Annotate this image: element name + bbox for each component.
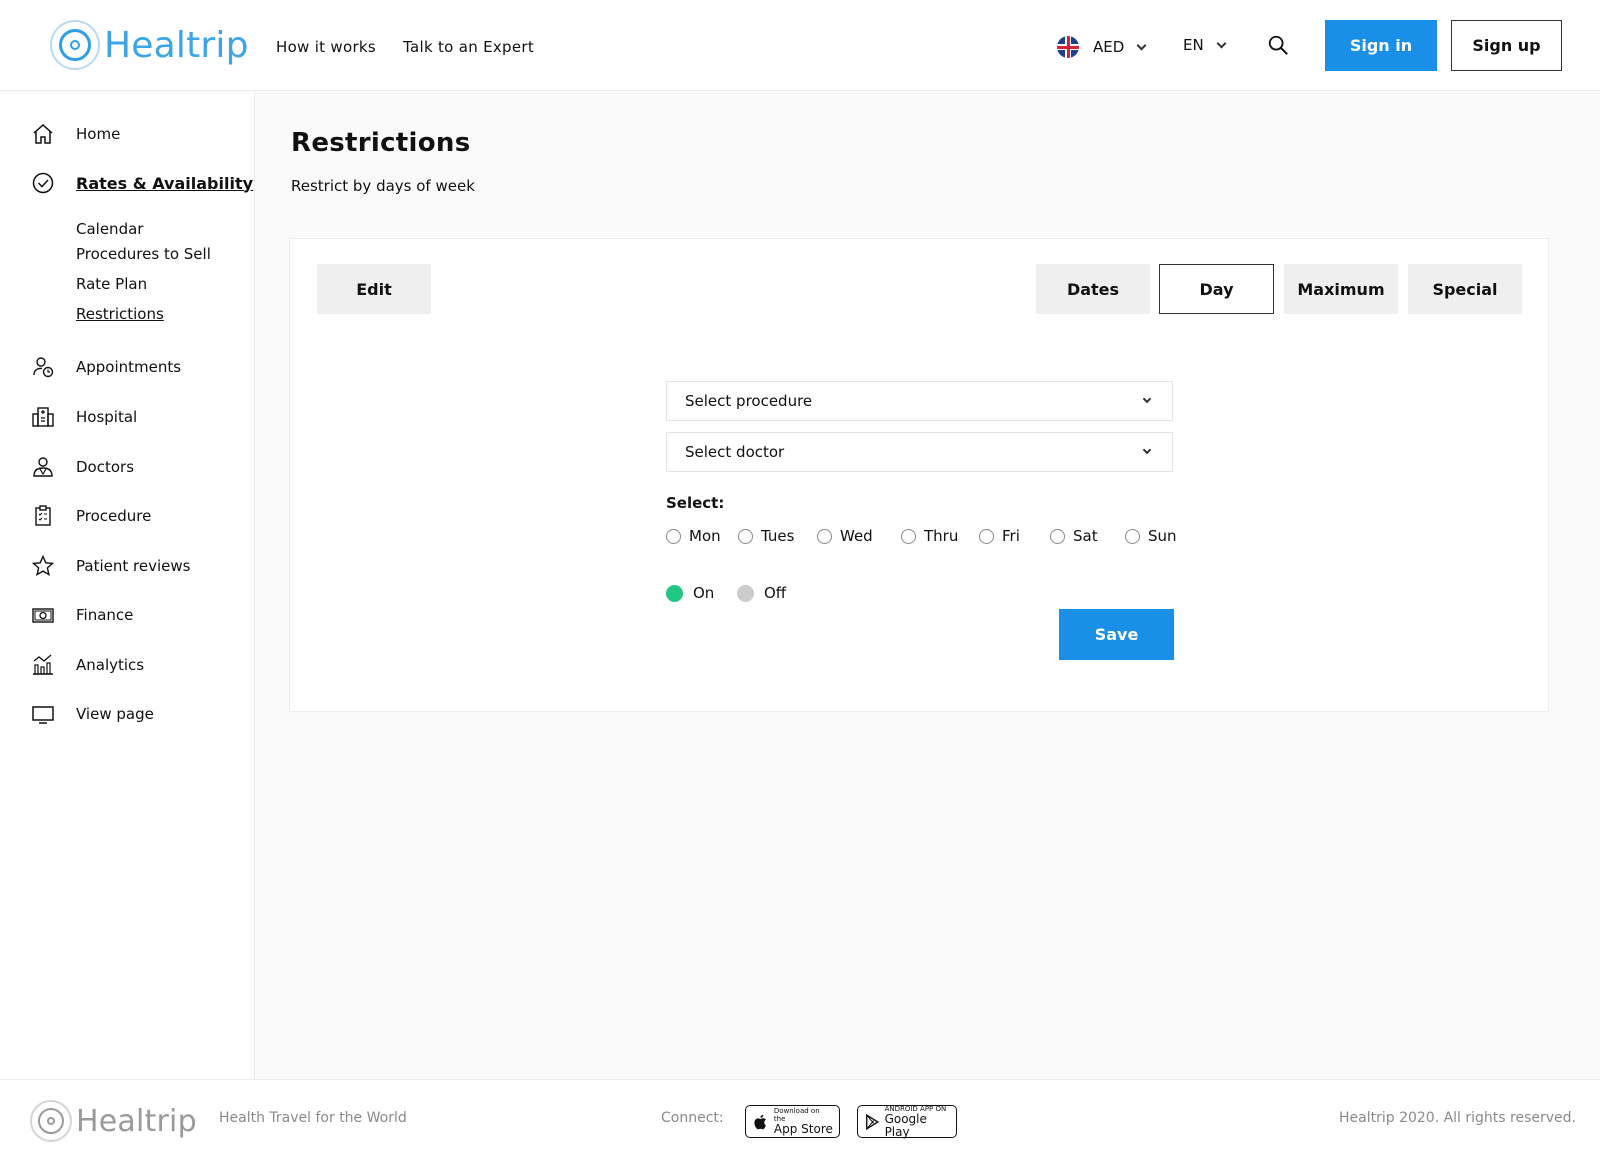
language-label: EN: [1183, 36, 1204, 54]
footer-tagline: Health Travel for the World: [219, 1110, 407, 1126]
language-selector[interactable]: EN: [1183, 36, 1227, 54]
on-option[interactable]: On: [666, 584, 714, 602]
sidebar-item-hospital[interactable]: Hospital: [30, 404, 137, 430]
currency-selector[interactable]: AED: [1057, 36, 1147, 58]
radio-button[interactable]: [666, 528, 681, 544]
sub-item-restrictions[interactable]: Restrictions: [76, 305, 164, 323]
money-icon: [30, 602, 56, 628]
day-radio-thru[interactable]: Thru: [901, 527, 958, 545]
doctor-icon: [30, 454, 56, 480]
chevron-down-icon: [1142, 394, 1152, 404]
logo-icon: [50, 20, 100, 70]
sign-in-button[interactable]: Sign in: [1325, 20, 1437, 71]
day-radio-wed[interactable]: Wed: [817, 527, 873, 545]
chart-icon: [30, 652, 56, 678]
sidebar: Home Rates & Availability Calendar Proce…: [0, 92, 255, 1079]
logo[interactable]: Healtrip: [50, 20, 249, 70]
footer-logo[interactable]: Healtrip: [30, 1100, 197, 1142]
day-radio-mon[interactable]: Mon: [666, 527, 721, 545]
off-option[interactable]: Off: [737, 584, 786, 602]
sub-item-rate-plan[interactable]: Rate Plan: [76, 275, 147, 293]
sidebar-item-doctors[interactable]: Doctors: [30, 454, 134, 480]
app-store-badge[interactable]: Download on the App Store: [745, 1105, 840, 1138]
clipboard-icon: [30, 503, 56, 529]
nav-talk-to-expert[interactable]: Talk to an Expert: [403, 38, 534, 56]
logo-icon: [30, 1100, 72, 1142]
footer-connect-label: Connect:: [661, 1110, 724, 1126]
day-radio-tues[interactable]: Tues: [738, 527, 794, 545]
uk-flag-icon: [1057, 36, 1079, 58]
home-icon: [30, 121, 56, 147]
tab-maximum[interactable]: Maximum: [1284, 264, 1398, 314]
nav-how-it-works[interactable]: How it works: [276, 38, 376, 56]
sidebar-item-procedure[interactable]: Procedure: [30, 503, 151, 529]
radio-button[interactable]: [979, 528, 994, 544]
sub-item-procedures-to-sell[interactable]: Procedures to Sell: [76, 245, 211, 263]
footer-copyright: Healtrip 2020. All rights reserved.: [1338, 1110, 1576, 1126]
currency-label: AED: [1093, 38, 1125, 56]
chevron-down-icon: [1142, 445, 1152, 455]
restrictions-card: Edit Dates Day Maximum Special Select pr…: [289, 238, 1549, 712]
apple-icon: [754, 1114, 766, 1129]
page-title: Restrictions: [291, 128, 471, 158]
star-icon: [30, 553, 56, 579]
select-days-label: Select:: [666, 494, 725, 512]
check-circle-icon: [30, 170, 56, 196]
on-radio-selected[interactable]: [666, 584, 683, 602]
sidebar-item-home[interactable]: Home: [30, 121, 120, 147]
tab-day[interactable]: Day: [1159, 264, 1274, 314]
sidebar-item-view-page[interactable]: View page: [30, 701, 154, 727]
monitor-icon: [30, 701, 56, 727]
user-clock-icon: [30, 354, 56, 380]
radio-button[interactable]: [1125, 528, 1140, 544]
save-button[interactable]: Save: [1059, 609, 1174, 660]
page-subtitle: Restrict by days of week: [291, 177, 475, 195]
tab-special[interactable]: Special: [1408, 264, 1522, 314]
sidebar-item-patient-reviews[interactable]: Patient reviews: [30, 553, 190, 579]
edit-button[interactable]: Edit: [317, 264, 431, 314]
off-radio[interactable]: [737, 584, 754, 602]
day-radio-sun[interactable]: Sun: [1125, 527, 1177, 545]
doctor-select[interactable]: Select doctor: [666, 432, 1173, 472]
radio-button[interactable]: [738, 528, 753, 544]
sidebar-item-appointments[interactable]: Appointments: [30, 354, 181, 380]
radio-button[interactable]: [1050, 528, 1065, 544]
radio-button[interactable]: [817, 528, 832, 544]
building-icon: [30, 404, 56, 430]
google-play-badge[interactable]: ANDROID APP ON Google Play: [857, 1105, 957, 1138]
sidebar-item-analytics[interactable]: Analytics: [30, 652, 144, 678]
header: Healtrip How it works Talk to an Expert …: [0, 0, 1600, 91]
chevron-down-icon: [1136, 40, 1147, 50]
play-icon: [866, 1113, 880, 1130]
footer: Healtrip Health Travel for the World Con…: [0, 1079, 1600, 1159]
logo-text: Healtrip: [104, 24, 249, 66]
day-radio-fri[interactable]: Fri: [979, 527, 1020, 545]
tab-dates[interactable]: Dates: [1036, 264, 1150, 314]
sidebar-item-finance[interactable]: Finance: [30, 602, 133, 628]
chevron-down-icon: [1216, 38, 1227, 48]
sidebar-item-rates-availability[interactable]: Rates & Availability: [30, 170, 253, 196]
sub-item-calendar[interactable]: Calendar: [76, 220, 143, 238]
sign-up-button[interactable]: Sign up: [1451, 20, 1562, 71]
search-icon[interactable]: [1267, 34, 1289, 56]
radio-button[interactable]: [901, 528, 916, 544]
day-radio-sat[interactable]: Sat: [1050, 527, 1098, 545]
procedure-select[interactable]: Select procedure: [666, 381, 1173, 421]
